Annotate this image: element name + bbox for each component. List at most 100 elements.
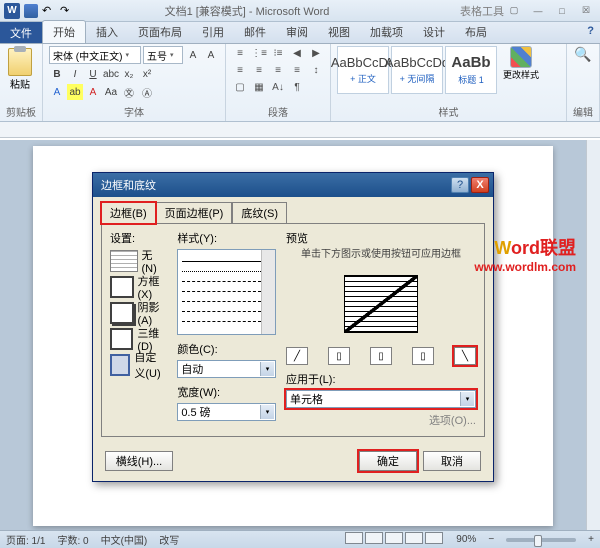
preview-cell-icon (344, 275, 418, 333)
preview-diagram[interactable] (286, 265, 476, 343)
box-icon (110, 276, 134, 298)
style-listbox[interactable] (177, 249, 276, 335)
ok-button[interactable]: 确定 (359, 451, 417, 471)
line-spacing-icon[interactable]: ↕ (308, 63, 324, 78)
strike-icon[interactable]: abc (103, 66, 119, 82)
status-mode[interactable]: 改写 (159, 532, 179, 547)
tab-page-layout[interactable]: 页面布局 (128, 21, 192, 43)
color-label: 颜色(C): (177, 341, 276, 357)
italic-icon[interactable]: I (67, 66, 83, 82)
text-effects-icon[interactable]: A (49, 84, 65, 100)
change-styles-button[interactable]: 更改样式 (501, 46, 541, 81)
preview-btn-left[interactable]: ▯ (328, 347, 350, 365)
numbering-icon[interactable]: ⋮≡ (251, 46, 267, 61)
bold-icon[interactable]: B (49, 66, 65, 82)
setting-shadow[interactable]: 阴影(A) (110, 301, 167, 325)
zoom-out-icon[interactable]: − (488, 534, 494, 545)
width-dropdown[interactable]: 0.5 磅▾ (177, 403, 276, 421)
dialog-tab-borders[interactable]: 边框(B) (101, 202, 156, 224)
quick-access-toolbar: ↶ ↷ (24, 4, 74, 18)
maximize-icon[interactable]: □ (552, 4, 572, 18)
underline-icon[interactable]: U (85, 66, 101, 82)
horizontal-line-button[interactable]: 横线(H)... (105, 451, 173, 471)
tab-home[interactable]: 开始 (42, 20, 86, 43)
none-icon (110, 250, 138, 272)
show-marks-icon[interactable]: ¶ (289, 80, 305, 95)
decrease-indent-icon[interactable]: ◀ (289, 46, 305, 61)
align-right-icon[interactable]: ≡ (270, 63, 286, 78)
find-icon[interactable]: 🔍 (574, 46, 591, 63)
highlight-icon[interactable]: ab (67, 84, 83, 100)
custom-icon (110, 354, 130, 376)
shrink-font-icon[interactable]: A (203, 47, 219, 63)
borders-icon[interactable]: ▦ (251, 80, 267, 95)
zoom-level[interactable]: 90% (456, 534, 476, 545)
options-button[interactable]: 选项(O)... (286, 412, 476, 428)
status-language[interactable]: 中文(中国) (101, 532, 148, 547)
status-words[interactable]: 字数: 0 (57, 532, 88, 547)
sort-icon[interactable]: A↓ (270, 80, 286, 95)
subscript-icon[interactable]: x₂ (121, 66, 137, 82)
superscript-icon[interactable]: x² (139, 66, 155, 82)
align-center-icon[interactable]: ≡ (251, 63, 267, 78)
preview-btn-mid[interactable]: ▯ (370, 347, 392, 365)
word-icon: W (4, 3, 20, 19)
apply-to-dropdown[interactable]: 单元格▾ (286, 390, 476, 408)
font-size-combo[interactable]: 五号▾ (143, 46, 183, 64)
style-heading1[interactable]: AaBb标题 1 (445, 46, 497, 94)
preview-btn-right[interactable]: ▯ (412, 347, 434, 365)
dialog-help-icon[interactable]: ? (451, 177, 469, 193)
tab-table-layout[interactable]: 布局 (455, 21, 497, 43)
change-case-icon[interactable]: Aa (103, 84, 119, 100)
tab-references[interactable]: 引用 (192, 21, 234, 43)
title-bar: W ↶ ↷ 文档1 [兼容模式] - Microsoft Word 表格工具 ▢… (0, 0, 600, 22)
shading-icon[interactable]: ▢ (232, 80, 248, 95)
tab-review[interactable]: 审阅 (276, 21, 318, 43)
font-color-icon[interactable]: A (85, 84, 101, 100)
tab-file[interactable]: 文件 (0, 22, 42, 43)
setting-custom[interactable]: 自定义(U) (110, 353, 167, 377)
multilevel-icon[interactable]: ⁝≡ (270, 46, 286, 61)
color-dropdown[interactable]: 自动▾ (177, 360, 276, 378)
minimize-icon[interactable]: — (528, 4, 548, 18)
increase-indent-icon[interactable]: ▶ (308, 46, 324, 61)
style-normal[interactable]: AaBbCcDd+ 正文 (337, 46, 389, 94)
tab-table-design[interactable]: 设计 (413, 21, 455, 43)
preview-btn-diag2[interactable]: ╲ (454, 347, 476, 365)
undo-icon[interactable]: ↶ (42, 4, 56, 18)
enclose-icon[interactable]: Ⓐ (139, 84, 155, 100)
status-page[interactable]: 页面: 1/1 (6, 532, 45, 547)
dialog-tab-shading[interactable]: 底纹(S) (232, 202, 287, 224)
minimize-ribbon-icon[interactable]: ▢ (504, 4, 524, 18)
align-left-icon[interactable]: ≡ (232, 63, 248, 78)
setting-box[interactable]: 方框(X) (110, 275, 167, 299)
setting-none[interactable]: 无(N) (110, 249, 167, 273)
zoom-slider[interactable] (506, 538, 576, 542)
style-no-spacing[interactable]: AaBbCcDd+ 无间隔 (391, 46, 443, 94)
redo-icon[interactable]: ↷ (60, 4, 74, 18)
tab-mailings[interactable]: 邮件 (234, 21, 276, 43)
preview-btn-diag1[interactable]: ╱ (286, 347, 308, 365)
justify-icon[interactable]: ≡ (289, 63, 305, 78)
paste-button[interactable]: 粘贴 (6, 46, 34, 93)
save-icon[interactable] (24, 4, 38, 18)
tab-addins[interactable]: 加载项 (360, 21, 413, 43)
grow-font-icon[interactable]: A (185, 47, 201, 63)
dialog-tab-page-border[interactable]: 页面边框(P) (156, 202, 233, 224)
view-buttons[interactable] (344, 532, 444, 547)
group-styles: AaBbCcDd+ 正文 AaBbCcDd+ 无间隔 AaBb标题 1 更改样式… (331, 44, 567, 121)
bullets-icon[interactable]: ≡ (232, 46, 248, 61)
group-font: 宋体 (中文正文)▾ 五号▾ A A B I U abc x₂ x² A ab … (43, 44, 226, 121)
vertical-scrollbar[interactable] (586, 140, 600, 530)
tab-view[interactable]: 视图 (318, 21, 360, 43)
help-icon[interactable]: ? (587, 25, 594, 37)
dialog-titlebar[interactable]: 边框和底纹 ? X (93, 173, 493, 197)
tab-insert[interactable]: 插入 (86, 21, 128, 43)
zoom-in-icon[interactable]: + (588, 534, 594, 545)
phonetic-icon[interactable]: ㉆ (121, 84, 137, 100)
cancel-button[interactable]: 取消 (423, 451, 481, 471)
font-name-combo[interactable]: 宋体 (中文正文)▾ (49, 46, 141, 64)
close-window-icon[interactable]: ☒ (576, 4, 596, 18)
setting-3d[interactable]: 三维(D) (110, 327, 167, 351)
dialog-close-icon[interactable]: X (471, 177, 489, 193)
